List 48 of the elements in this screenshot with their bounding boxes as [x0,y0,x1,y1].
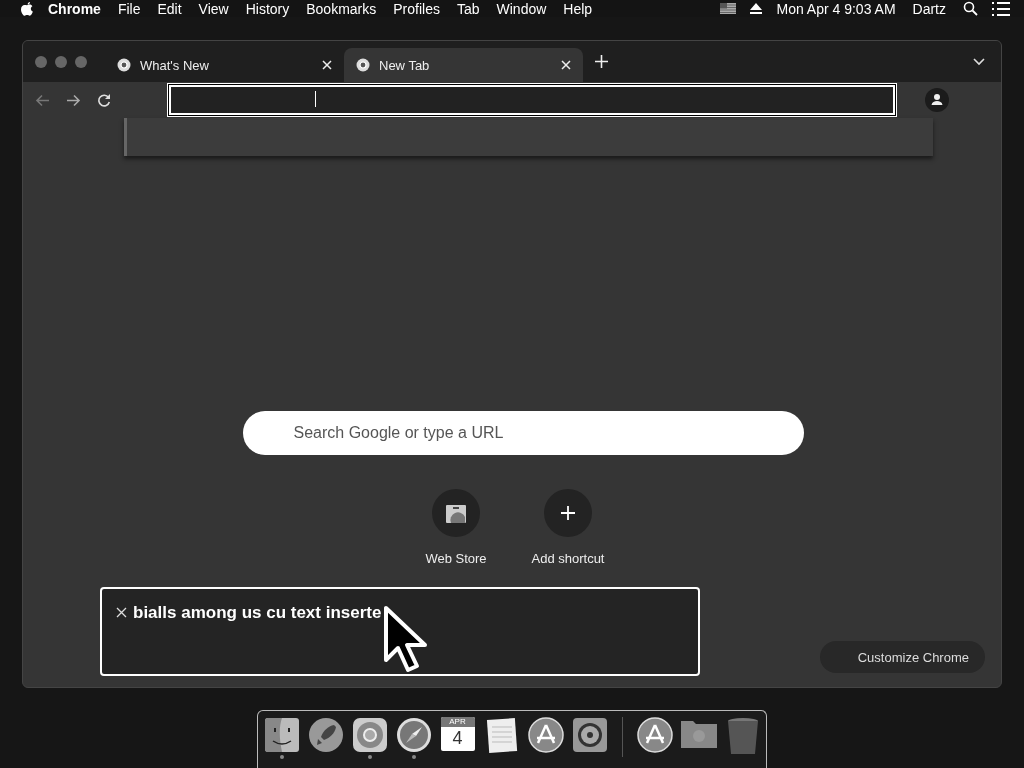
menu-item[interactable]: History [245,0,290,17]
menu-item[interactable]: Chrome [48,0,101,17]
menu-item[interactable]: Edit [157,0,182,17]
store-icon [445,502,467,524]
close-window-button[interactable] [35,55,47,68]
browser-tab[interactable]: What's New [105,48,344,82]
close-icon[interactable] [561,60,571,70]
app-store-icon[interactable] [527,717,564,753]
menu-item[interactable]: File [117,0,141,17]
customize-chrome-button[interactable]: Customize Chrome [819,641,985,673]
search-icon[interactable] [963,1,978,16]
menu-item[interactable]: Help [563,0,593,17]
chrome-icon [356,58,370,72]
close-icon[interactable] [322,60,332,70]
zoom-window-button[interactable] [75,55,87,68]
flag-icon[interactable] [720,3,737,14]
back-icon[interactable] [35,93,50,107]
profile-icon[interactable] [925,88,949,112]
reload-icon[interactable] [97,93,111,107]
menu-item[interactable]: Tab [456,0,480,17]
app-store-icon[interactable] [636,717,673,753]
minimize-window-button[interactable] [55,55,67,68]
user-name[interactable]: Dartz [912,0,946,17]
list-icon[interactable] [992,1,1010,16]
trash-icon[interactable] [726,717,759,755]
smiling-face-icon[interactable] [263,717,300,753]
forward-icon[interactable] [66,93,81,107]
shortcut-tile[interactable]: Add shortcut [524,489,612,566]
chevron-down-icon[interactable] [973,57,985,66]
chrome-icon [117,58,131,72]
search-field[interactable]: Search Google or type a URL [242,411,804,455]
apple-icon[interactable] [20,0,34,17]
menu-item[interactable]: Bookmarks [306,0,377,17]
compass-icon[interactable] [395,717,432,753]
new-tab-icon[interactable] [595,55,608,68]
browser-tab[interactable]: New Tab [344,48,583,82]
menu-item[interactable]: Window [496,0,547,17]
address-field[interactable] [169,85,895,115]
close-icon[interactable] [116,607,127,618]
chrome-icon[interactable] [351,717,388,753]
menu-item[interactable]: Profiles [393,0,440,17]
calendar-icon[interactable]: APR 4 [440,717,475,751]
caption-text: bialls among us cu text inserte [133,603,382,623]
clock-text[interactable]: Mon Apr 4 9:03 AM [776,0,896,17]
menu-item[interactable]: View [198,0,229,17]
shortcut-tile[interactable]: Web Store [412,489,500,566]
plus-icon [561,506,575,520]
eject-icon[interactable] [750,3,763,14]
